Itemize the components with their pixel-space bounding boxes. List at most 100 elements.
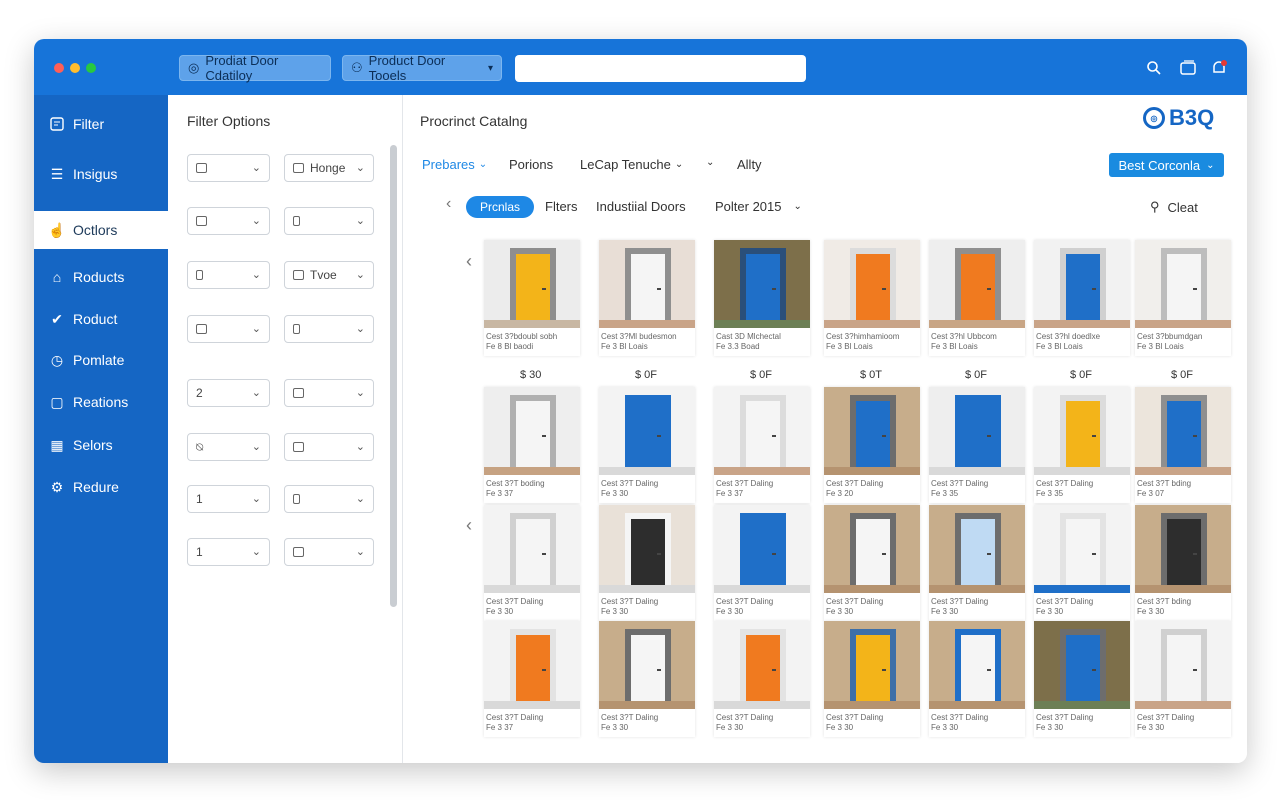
chevron-down-icon: ⌄ — [355, 269, 365, 281]
prev-arrow-icon[interactable]: ‹ — [466, 251, 472, 272]
filter-select-6b[interactable]: ⌄ — [284, 433, 374, 461]
catalog-tab-button[interactable]: ◎ Prodiat Door Cdatiloy — [179, 53, 331, 83]
filter-select-2b[interactable]: ⌄ — [284, 207, 374, 235]
minimize-dot[interactable] — [70, 63, 80, 73]
door-image — [824, 387, 920, 475]
product-card[interactable]: Cest 3?T Daling Fe 3 30 — [599, 621, 695, 737]
floor — [824, 701, 920, 709]
bell-icon[interactable] — [1209, 58, 1229, 78]
product-card[interactable]: Cest 3?T Daling Fe 3 30 — [824, 621, 920, 737]
product-card[interactable]: Cest 3?T Daling Fe 3 35 — [929, 387, 1025, 503]
door-handle — [1092, 435, 1096, 437]
product-card[interactable]: Cast 3D Mlchectal Fe 3.3 Boad — [714, 240, 810, 356]
product-card[interactable]: Cest 3?T Daling Fe 3 30 — [714, 621, 810, 737]
sidebar-item-filter[interactable]: Filter — [34, 105, 168, 143]
filter-select-2a[interactable]: ⌄ — [187, 207, 270, 235]
product-card[interactable]: Cest 3?T Daling Fe 3 30 — [714, 505, 810, 621]
chevron-down-icon: ⌄ — [355, 493, 365, 505]
filter-scrollbar[interactable] — [390, 145, 397, 607]
filter-select-3b[interactable]: Tvoe ⌄ — [284, 261, 374, 289]
product-card[interactable]: Cest 3?T Daling Fe 3 30 — [824, 505, 920, 621]
product-card[interactable]: Cest 3?T Daling Fe 3 30 — [929, 505, 1025, 621]
window-icon[interactable] — [1178, 58, 1198, 78]
chevron-down-icon: ⌄ — [251, 441, 261, 453]
extra-dropdown[interactable]: ⌄ — [706, 157, 714, 168]
filter-select-8a[interactable]: 1 ⌄ — [187, 538, 270, 566]
door-image — [824, 621, 920, 709]
clear-button[interactable]: ⚲ Cleat — [1150, 199, 1198, 215]
close-dot[interactable] — [54, 63, 64, 73]
filter-select-3a[interactable]: ⌄ — [187, 261, 270, 289]
prev-arrow-icon[interactable]: ‹ — [466, 515, 472, 536]
product-card[interactable]: Cest 3?T Daling Fe 3 20 — [824, 387, 920, 503]
product-card[interactable]: Cest 3?T Daling Fe 3 30 — [929, 621, 1025, 737]
product-card[interactable]: Cest 3?Ml budesmon Fe 3 Bl Loais — [599, 240, 695, 356]
search-icon[interactable] — [1144, 58, 1164, 78]
product-card[interactable]: Cest 3?T bding Fe 3 30 — [1135, 505, 1231, 621]
product-card[interactable]: Cest 3?hl doedlxe Fe 3 Bl Loais — [1034, 240, 1130, 356]
sidebar-item-roduct[interactable]: ✔ Roduct — [34, 300, 168, 338]
polter-dropdown[interactable]: Polter 2015 ⌄ — [715, 199, 802, 214]
chevron-down-icon: ⌄ — [793, 201, 802, 212]
sidebar-item-insigus[interactable]: ☰ Insigus — [34, 155, 168, 193]
product-card[interactable]: Cest 3?T Daling Fe 3 37 — [714, 387, 810, 503]
sidebar-item-selors[interactable]: ▦ Selors — [34, 426, 168, 464]
filter-select-8b[interactable]: ⌄ — [284, 538, 374, 566]
product-card[interactable]: Cest 3?T bding Fe 3 07 — [1135, 387, 1231, 503]
product-card[interactable]: Cest 3?T Daling Fe 3 37 — [484, 621, 580, 737]
prebares-dropdown[interactable]: Prebares ⌄ — [422, 157, 487, 172]
filter-select-6a[interactable]: ⍉ ⌄ — [187, 433, 270, 461]
products-pill[interactable]: Prcnlas — [466, 196, 534, 218]
filter-select-4b[interactable]: ⌄ — [284, 315, 374, 343]
product-card[interactable]: Cest 3?bbumdgan Fe 3 Bl Loais — [1135, 240, 1231, 356]
industrial-doors-link[interactable]: Industiial Doors — [596, 199, 686, 214]
sidebar-item-redure[interactable]: ⚙ Redure — [34, 468, 168, 506]
filter-select-1a[interactable]: ⌄ — [187, 154, 270, 182]
filter-select-7b[interactable]: ⌄ — [284, 485, 374, 513]
product-card[interactable]: Cest 3?T Daling Fe 3 30 — [1034, 621, 1130, 737]
allty-link[interactable]: Allty — [737, 157, 762, 172]
filter-select-4a[interactable]: ⌄ — [187, 315, 270, 343]
filter-select-1b[interactable]: Honge ⌄ — [284, 154, 374, 182]
product-card[interactable]: Cest 3?bdoubl sobh Fe 8 Bl baodi — [484, 240, 580, 356]
sidebar-item-roducts[interactable]: ⌂ Roducts — [34, 258, 168, 296]
sidebar-item-reations[interactable]: ▢ Reations — [34, 383, 168, 421]
grid-icon — [293, 388, 304, 398]
lecap-dropdown[interactable]: LeCap Tenuche ⌄ — [580, 157, 683, 172]
sidebar: Filter ☰ Insigus ☝ Octlors ⌂ Roducts ✔ R… — [34, 95, 168, 763]
chevron-down-icon: ⌄ — [251, 546, 261, 558]
box-icon — [293, 547, 304, 557]
porions-link[interactable]: Porions — [509, 157, 553, 172]
door-handle — [882, 288, 886, 290]
product-price: $ 0F — [750, 369, 773, 381]
product-card[interactable]: Cest 3?T boding Fe 3 37 — [484, 387, 580, 503]
main-content: Procrinct Catalng ◎ B3Q Prebares ⌄ Porio… — [403, 95, 1247, 763]
app-window: ◎ Prodiat Door Cdatiloy ⚇ Product Door T… — [34, 39, 1247, 763]
product-card[interactable]: Cest 3?T Daling Fe 3 30 — [1135, 621, 1231, 737]
product-card[interactable]: Cest 3?hl Ubbcom Fe 3 Bl Loais — [929, 240, 1025, 356]
sidebar-item-octlors[interactable]: ☝ Octlors — [34, 211, 168, 249]
product-card[interactable]: Cest 3?T Daling Fe 3 30 — [599, 505, 695, 621]
search-input[interactable] — [515, 55, 806, 82]
sidebar-item-pomlate[interactable]: ◷ Pomlate — [34, 341, 168, 379]
product-card[interactable]: Cest 3?T Daling Fe 3 30 — [484, 505, 580, 621]
chevron-down-icon: ⌄ — [355, 546, 365, 558]
title-bar: ◎ Prodiat Door Cdatiloy ⚇ Product Door T… — [34, 39, 1247, 95]
floor — [929, 467, 1025, 475]
maximize-dot[interactable] — [86, 63, 96, 73]
product-card[interactable]: Cest 3?T Daling Fe 3 30 — [599, 387, 695, 503]
product-card[interactable]: Cest 3?T Daling Fe 3 35 — [1034, 387, 1130, 503]
product-card[interactable]: Cest 3?himhamioom Fe 3 Bl Loais — [824, 240, 920, 356]
back-arrow-icon[interactable]: ‹ — [446, 195, 451, 213]
filter-select-5a[interactable]: 2 ⌄ — [187, 379, 270, 407]
product-caption: Cest 3?T Daling Fe 3 20 — [826, 479, 884, 498]
door-image — [929, 505, 1025, 593]
filter-select-5b[interactable]: ⌄ — [284, 379, 374, 407]
filters-link[interactable]: Flters — [545, 199, 578, 214]
box-icon — [293, 442, 304, 452]
filter-select-7a[interactable]: 1 ⌄ — [187, 485, 270, 513]
product-card[interactable]: Cest 3?T Daling Fe 3 30 — [1034, 505, 1130, 621]
best-corconla-button[interactable]: Best Corconla ⌄ — [1109, 153, 1224, 177]
chevron-down-icon: ⌄ — [251, 215, 261, 227]
tools-tab-button[interactable]: ⚇ Product Door Tooels ▾ — [342, 53, 502, 83]
